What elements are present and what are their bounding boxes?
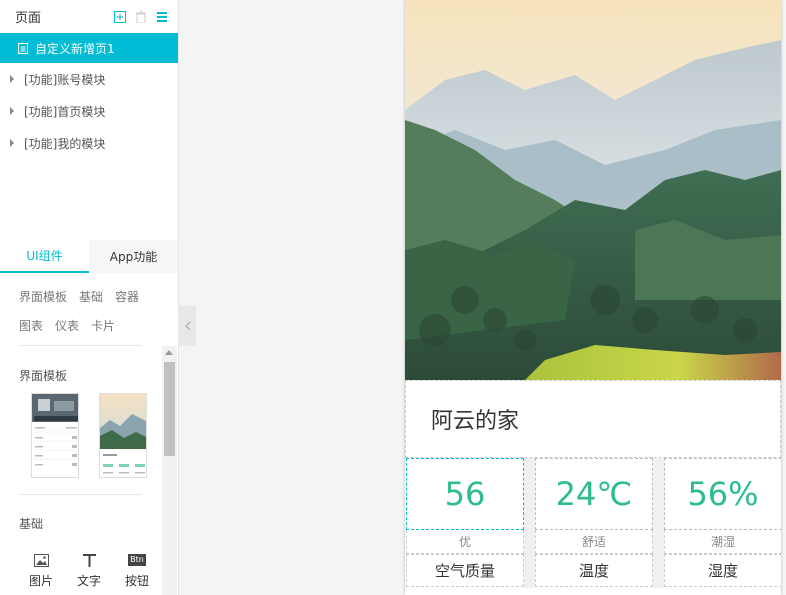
button-icon: Btn (128, 554, 146, 566)
stat-sub: 潮湿 (664, 530, 781, 554)
category-filter: 界面模板 基础 容器 图表 仪表 卡片 (19, 282, 159, 340)
category-card[interactable]: 卡片 (91, 317, 115, 334)
category-chart[interactable]: 图表 (19, 317, 43, 334)
divider (524, 458, 535, 588)
stat-label: 温度 (535, 554, 653, 587)
section-title-basic: 基础 (19, 517, 44, 531)
component-button[interactable]: Btn 按钮 (117, 552, 157, 589)
tab-app-functions[interactable]: App功能 (89, 240, 178, 273)
component-tabs: UI组件 App功能 (0, 240, 178, 273)
text-icon (82, 553, 96, 567)
phone-preview: 阿云的家 56 优 空气质量 24℃ 舒适 温度 56% 潮湿 湿度 (405, 0, 781, 595)
component-image[interactable]: 图片 (21, 552, 61, 589)
landscape-image[interactable] (405, 0, 781, 380)
category-gauge[interactable]: 仪表 (55, 317, 79, 334)
page-item-active[interactable]: 自定义新增页1 (0, 33, 178, 63)
add-page-icon[interactable] (114, 10, 126, 23)
stat-sub: 优 (406, 530, 524, 554)
scroll-up-icon[interactable] (165, 350, 173, 355)
template-thumbnail-list[interactable] (31, 393, 79, 478)
scrollbar[interactable] (162, 346, 177, 595)
component-label: 按钮 (124, 574, 149, 588)
stat-sub: 舒适 (535, 530, 653, 554)
image-icon (33, 553, 49, 567)
category-templates[interactable]: 界面模板 (19, 288, 67, 305)
section-title-templates: 界面模板 (19, 369, 68, 383)
page-item-mine[interactable]: [功能]我的模块 (0, 127, 178, 159)
divider (19, 345, 142, 346)
component-text[interactable]: 文字 (69, 552, 109, 589)
component-label: 文字 (76, 574, 101, 588)
page-item-label: 自定义新增页1 (35, 41, 115, 56)
caret-right-icon (10, 139, 14, 147)
home-name[interactable]: 阿云的家 (405, 380, 781, 458)
category-basic[interactable]: 基础 (79, 288, 103, 305)
chevron-left-icon (184, 321, 190, 331)
pages-header: 页面 (0, 0, 178, 33)
template-thumbnail-home[interactable] (99, 393, 147, 478)
stat-value: 56 (406, 458, 524, 530)
page-item-home[interactable]: [功能]首页模块 (0, 95, 178, 127)
component-label: 图片 (28, 574, 53, 588)
trash-icon[interactable] (135, 10, 147, 23)
page-item-label: [功能]首页模块 (24, 104, 106, 119)
caret-right-icon (10, 107, 14, 115)
divider (653, 458, 664, 588)
caret-right-icon (10, 75, 14, 83)
divider (19, 494, 142, 495)
document-icon (18, 42, 28, 54)
page-item-label: [功能]账号模块 (24, 72, 106, 87)
left-panel: 页面 自定义新增页1 [功能]账号模块 [功能]首页模块 [功能]我的模块 UI… (0, 0, 179, 595)
category-container[interactable]: 容器 (115, 288, 139, 305)
stat-humidity[interactable]: 56% 潮湿 湿度 (664, 458, 781, 588)
page-item-label: [功能]我的模块 (24, 136, 106, 151)
stat-label: 湿度 (664, 554, 781, 587)
page-item-account[interactable]: [功能]账号模块 (0, 63, 178, 95)
menu-icon[interactable] (156, 11, 168, 23)
pages-title: 页面 (15, 11, 42, 26)
stat-label: 空气质量 (406, 554, 524, 587)
stat-value: 24℃ (535, 458, 653, 530)
stat-value: 56% (664, 458, 781, 530)
stat-temperature[interactable]: 24℃ 舒适 温度 (535, 458, 653, 588)
stat-air-quality[interactable]: 56 优 空气质量 (406, 458, 524, 588)
collapse-panel-button[interactable] (179, 306, 196, 346)
scrollbar-thumb[interactable] (164, 362, 175, 456)
tab-ui-components[interactable]: UI组件 (0, 240, 89, 273)
